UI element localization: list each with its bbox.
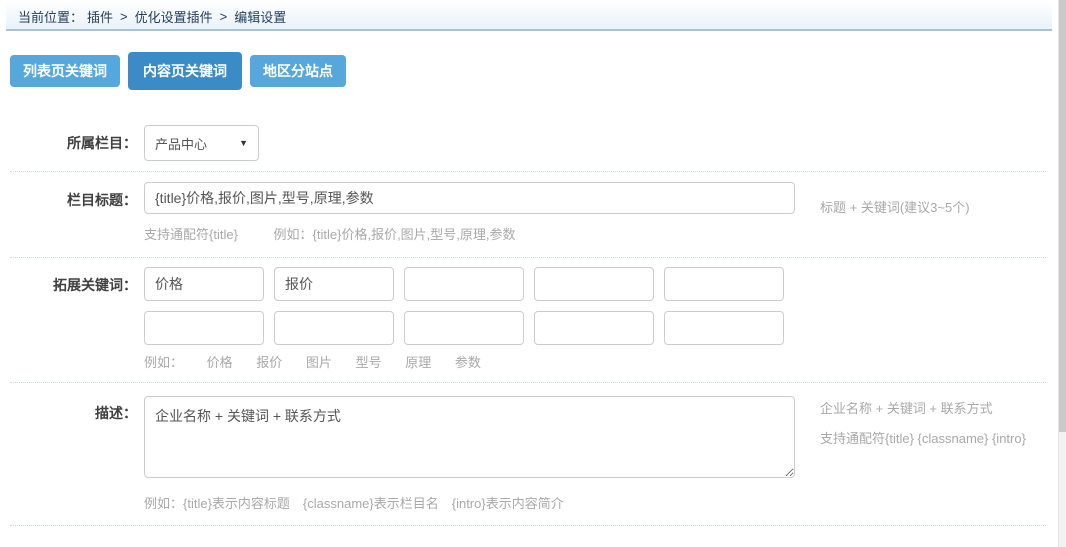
column-title-input[interactable] bbox=[144, 182, 795, 214]
tab-bar: 列表页关键词 内容页关键词 地区分站点 bbox=[10, 52, 354, 90]
category-row: 所属栏目： 产品中心 ▼ bbox=[10, 125, 1046, 172]
breadcrumb: 当前位置： 插件 > 优化设置插件 > 编辑设置 bbox=[6, 3, 1052, 31]
keyword-input-7[interactable] bbox=[274, 311, 394, 345]
column-title-label: 栏目标题： bbox=[10, 182, 137, 218]
breadcrumb-item-seo-plugin[interactable]: 优化设置插件 bbox=[135, 7, 213, 26]
category-select[interactable]: 产品中心 ▼ bbox=[144, 125, 259, 161]
keyword-input-3[interactable] bbox=[404, 267, 524, 301]
category-label: 所属栏目： bbox=[10, 125, 137, 161]
description-side-hints: 企业名称 + 关键词 + 联系方式 支持通配符{title} {classnam… bbox=[820, 401, 1026, 447]
scrollbar-thumb[interactable] bbox=[1059, 0, 1066, 432]
description-example-hint: 例如：{title}表示内容标题 {classname}表示栏目名 {intro… bbox=[144, 496, 795, 511]
description-row: 描述： 企业名称 + 关键词 + 联系方式 例如：{title}表示内容标题 {… bbox=[10, 383, 1046, 526]
example-hint: 例如：{title}价格,报价,图片,型号,原理,参数 bbox=[274, 227, 516, 242]
breadcrumb-prefix: 当前位置： bbox=[18, 7, 83, 26]
keywords-label: 拓展关键词： bbox=[10, 267, 137, 303]
keywords-line-1 bbox=[144, 267, 794, 301]
column-title-hints: 支持通配符{title} 例如：{title}价格,报价,图片,型号,原理,参数 bbox=[144, 227, 795, 242]
keyword-input-10[interactable] bbox=[664, 311, 784, 345]
keyword-input-9[interactable] bbox=[534, 311, 654, 345]
keywords-example-hint: 例如： 价格 报价 图片 型号 原理 参数 bbox=[144, 352, 794, 371]
keyword-example: 型号 bbox=[356, 355, 382, 370]
example-prefix: 例如： bbox=[144, 355, 183, 370]
breadcrumb-separator: > bbox=[120, 9, 128, 24]
column-title-side-hint: 标题 + 关键词(建议3~5个) bbox=[820, 192, 970, 224]
description-side-hint-2: 支持通配符{title} {classname} {intro} bbox=[820, 431, 1026, 447]
chevron-down-icon: ▼ bbox=[239, 138, 248, 148]
keyword-input-1[interactable] bbox=[144, 267, 264, 301]
tab-content-page-keywords[interactable]: 内容页关键词 bbox=[128, 52, 242, 90]
description-label: 描述： bbox=[10, 396, 137, 430]
keyword-input-2[interactable] bbox=[274, 267, 394, 301]
keywords-row: 拓展关键词： 例如： 价格 报价 图片 型号 bbox=[10, 258, 1046, 383]
keyword-example: 原理 bbox=[405, 355, 431, 370]
keyword-input-6[interactable] bbox=[144, 311, 264, 345]
category-selected-value: 产品中心 bbox=[155, 134, 207, 153]
column-title-row: 栏目标题： 支持通配符{title} 例如：{title}价格,报价,图片,型号… bbox=[10, 172, 1046, 258]
settings-form: 所属栏目： 产品中心 ▼ 栏目标题： 支持通配符{title} 例如：{titl… bbox=[0, 125, 1052, 547]
tab-region-subsites[interactable]: 地区分站点 bbox=[250, 55, 346, 87]
keyword-example: 参数 bbox=[455, 355, 481, 370]
keyword-example: 报价 bbox=[256, 355, 282, 370]
breadcrumb-separator: > bbox=[220, 9, 228, 24]
wildcard-hint: 支持通配符{title} bbox=[144, 227, 238, 242]
keyword-example: 图片 bbox=[306, 355, 332, 370]
tab-list-page-keywords[interactable]: 列表页关键词 bbox=[10, 55, 120, 87]
keywords-line-2 bbox=[144, 311, 794, 345]
breadcrumb-item-plugins[interactable]: 插件 bbox=[87, 7, 113, 26]
keyword-input-5[interactable] bbox=[664, 267, 784, 301]
keyword-input-4[interactable] bbox=[534, 267, 654, 301]
keyword-input-8[interactable] bbox=[404, 311, 524, 345]
breadcrumb-item-edit-settings: 编辑设置 bbox=[234, 7, 286, 26]
vertical-scrollbar[interactable] bbox=[1058, 0, 1066, 547]
description-side-hint-1: 企业名称 + 关键词 + 联系方式 bbox=[820, 401, 1026, 417]
status-row: 状态： 开启 关闭 bbox=[10, 526, 1046, 547]
description-textarea[interactable]: 企业名称 + 关键词 + 联系方式 bbox=[144, 396, 795, 478]
keyword-example: 价格 bbox=[207, 355, 233, 370]
